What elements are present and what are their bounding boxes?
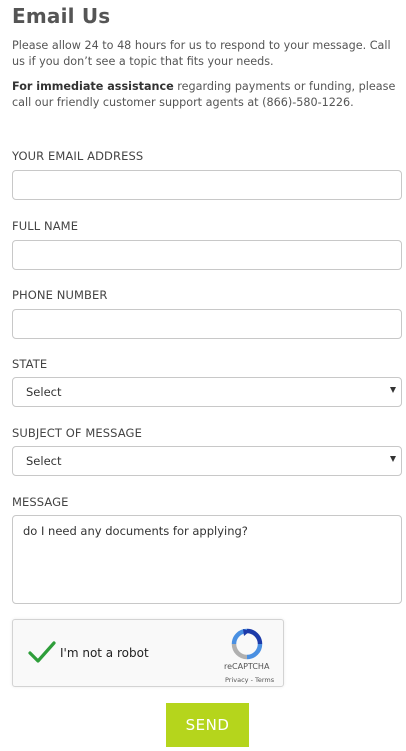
full-name-label: FULL NAME — [12, 219, 79, 233]
chevron-down-icon — [390, 387, 396, 393]
state-select-value: Select — [26, 385, 62, 399]
message-label: MESSAGE — [12, 495, 69, 509]
state-select[interactable]: Select — [12, 377, 402, 407]
email-field[interactable] — [12, 170, 402, 200]
recaptcha-logo-icon — [231, 628, 263, 660]
captcha-label: I'm not a robot — [60, 646, 149, 660]
page-title: Email Us — [12, 4, 111, 28]
phone-field[interactable] — [12, 309, 402, 339]
assistance-text: For immediate assistance regarding payme… — [12, 79, 406, 111]
assistance-emphasis: For immediate assistance — [12, 80, 174, 93]
send-button[interactable]: SEND — [166, 703, 249, 747]
email-label: YOUR EMAIL ADDRESS — [12, 149, 144, 163]
message-textarea[interactable]: do I need any documents for applying? — [12, 515, 402, 604]
subject-label: SUBJECT OF MESSAGE — [12, 426, 142, 440]
intro-text: Please allow 24 to 48 hours for us to re… — [12, 39, 391, 68]
chevron-down-icon — [390, 456, 396, 462]
phone-label: PHONE NUMBER — [12, 288, 108, 302]
recaptcha-brand: reCAPTCHA — [224, 662, 270, 671]
checkmark-icon[interactable] — [28, 640, 56, 664]
recaptcha-widget: I'm not a robot reCAPTCHA Privacy - Term… — [12, 619, 284, 687]
subject-select-value: Select — [26, 454, 62, 468]
state-label: STATE — [12, 357, 48, 371]
full-name-field[interactable] — [12, 240, 402, 270]
recaptcha-terms-link[interactable]: Privacy - Terms — [225, 676, 274, 684]
subject-select[interactable]: Select — [12, 446, 402, 476]
